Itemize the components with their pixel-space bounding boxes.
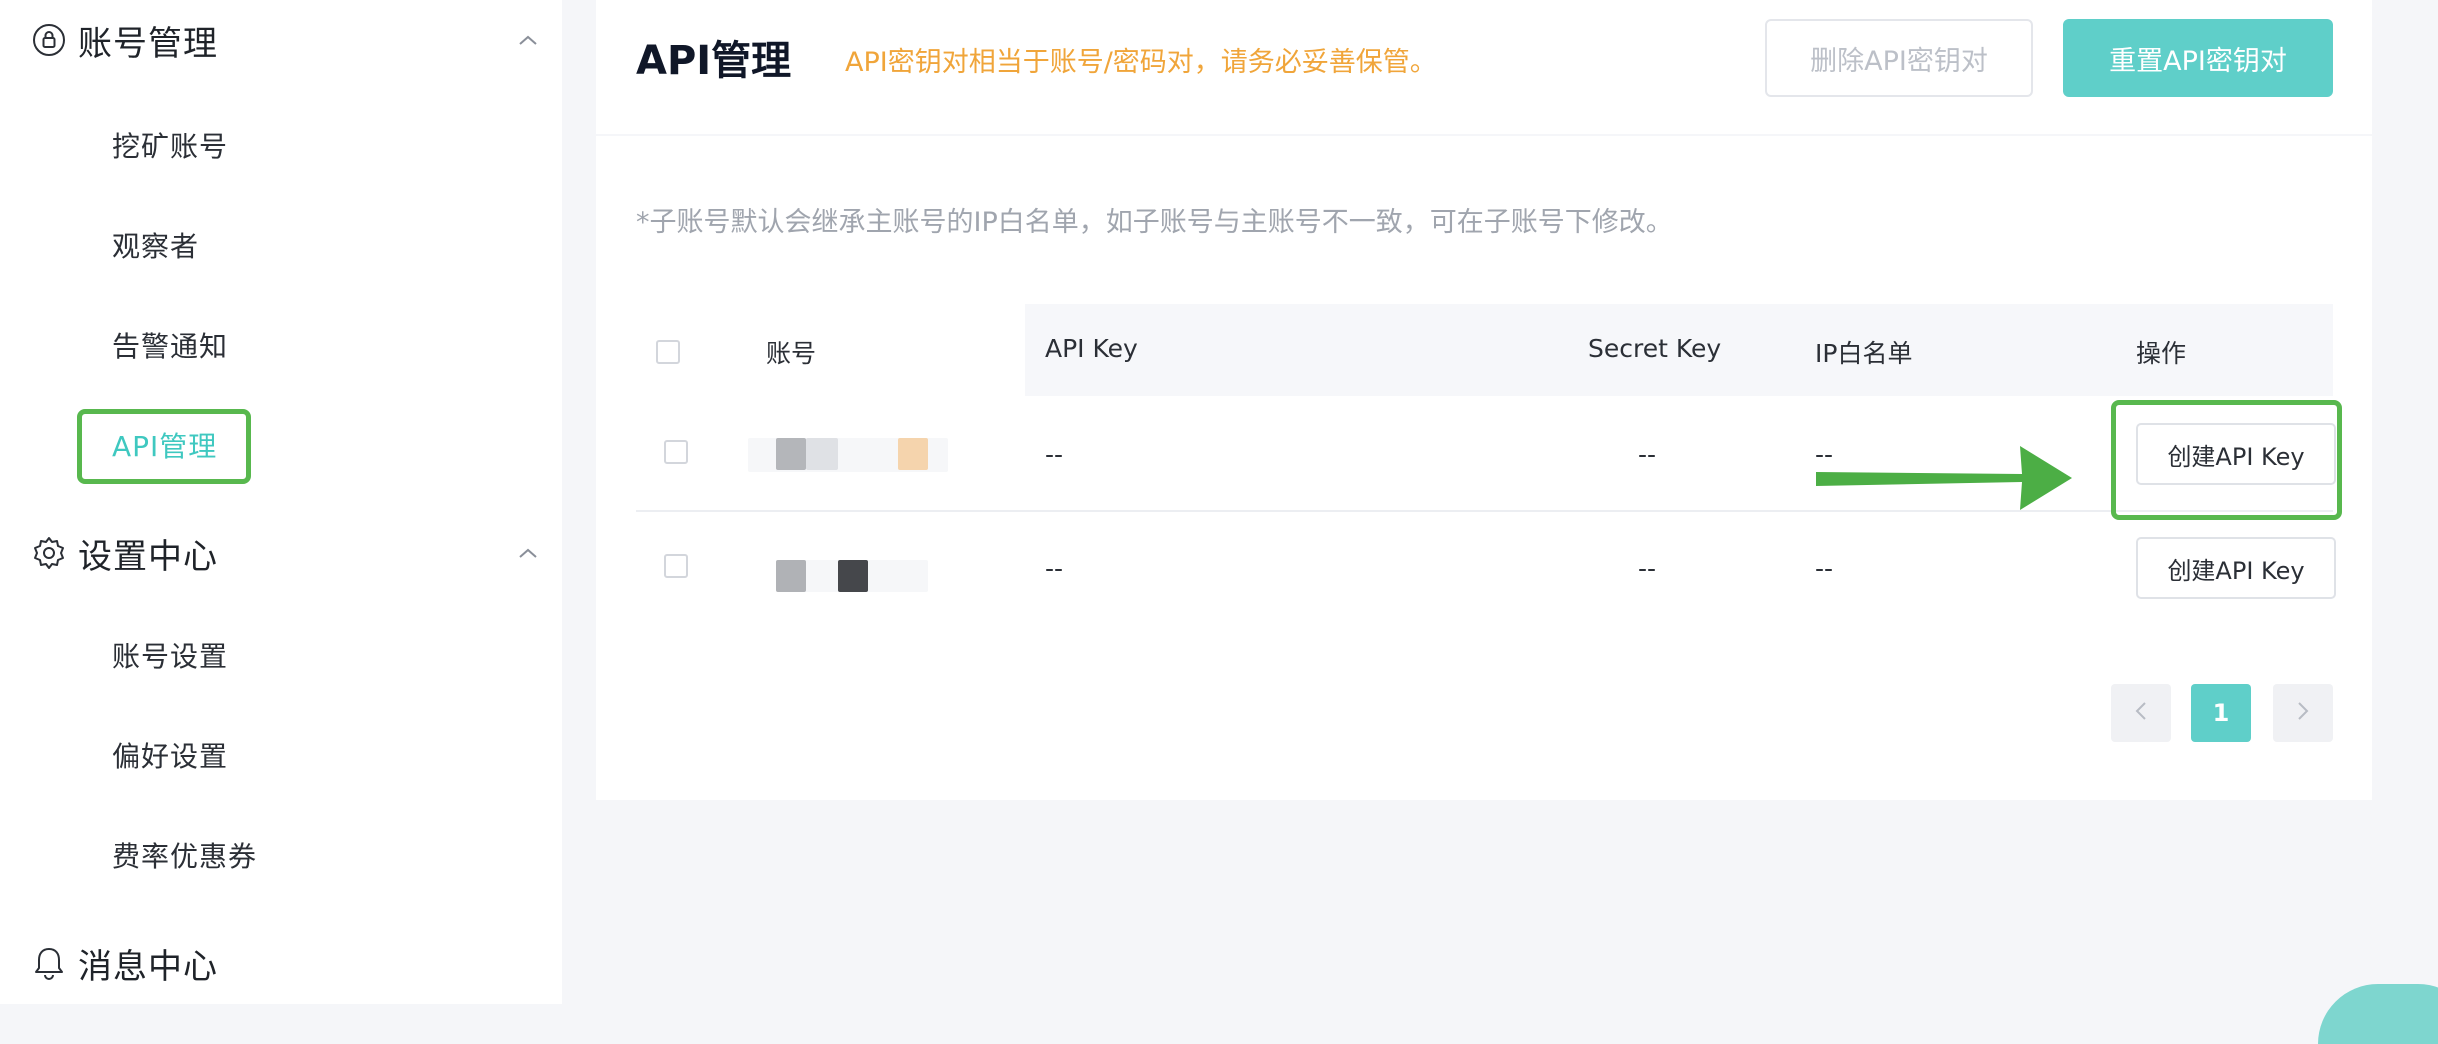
column-header-secret-key: Secret Key [1588,334,1722,363]
annotation-highlight-sidebar [77,409,251,484]
floating-support-button[interactable] [2318,984,2438,1044]
lock-circle-icon [30,21,68,59]
delete-api-keypair-button[interactable]: 删除API密钥对 [1765,19,2033,97]
sidebar-item-observer[interactable]: 观察者 [112,222,199,272]
redacted-block [806,438,838,470]
sidebar-item-mining-account[interactable]: 挖矿账号 [112,122,228,172]
create-api-key-button[interactable]: 创建API Key [2136,537,2336,599]
ip-whitelist-cell: -- [1815,554,1834,583]
bell-icon [30,944,68,982]
row-checkbox[interactable] [664,554,688,578]
security-tip: API密钥对相当于账号/密码对，请务必妥善保管。 [845,47,1437,78]
secret-key-cell: -- [1638,440,1657,469]
gear-icon [30,534,68,572]
redacted-block [776,438,806,470]
pagination-next-button[interactable] [2273,684,2333,742]
page-title: API管理 [636,38,792,84]
row-divider [636,510,2333,512]
annotation-highlight-create-button [2111,400,2342,520]
chevron-left-icon [2134,699,2148,727]
redacted-block [838,560,868,592]
sidebar: 账号管理 挖矿账号 观察者 告警通知 API管理 设置中心 账号设置 偏好设置 … [0,0,562,1004]
pagination-page-1[interactable]: 1 [2191,684,2251,742]
chevron-up-icon[interactable] [516,541,540,565]
sidebar-group-account-management[interactable]: 账号管理 [30,10,537,70]
column-header-account: 账号 [766,339,817,368]
sidebar-group-message-center[interactable]: 消息中心 [30,933,530,993]
sidebar-item-preference-settings[interactable]: 偏好设置 [112,732,228,782]
chevron-up-icon[interactable] [516,28,540,52]
column-header-action: 操作 [2136,339,2187,368]
sidebar-item-account-settings[interactable]: 账号设置 [112,632,228,682]
sidebar-item-alert-notification[interactable]: 告警通知 [112,322,228,372]
row-checkbox[interactable] [664,440,688,464]
api-key-cell: -- [1045,440,1064,469]
column-header-api-key: API Key [1045,334,1138,363]
secret-key-cell: -- [1638,554,1657,583]
chevron-right-icon [2296,699,2310,727]
ip-whitelist-note: *子账号默认会继承主账号的IP白名单，如子账号与主账号不一致，可在子账号下修改。 [636,207,1673,238]
annotation-arrow [1816,446,2072,510]
column-header-ip-whitelist: IP白名单 [1815,339,1913,368]
sidebar-item-fee-coupons[interactable]: 费率优惠券 [112,832,257,882]
sidebar-group-label: 账号管理 [78,23,218,64]
redacted-block [776,560,806,592]
pagination-prev-button[interactable] [2111,684,2171,742]
sidebar-group-settings-center[interactable]: 设置中心 [30,523,537,583]
sidebar-group-label: 消息中心 [78,946,218,987]
api-key-cell: -- [1045,554,1064,583]
select-all-checkbox[interactable] [656,340,680,364]
sidebar-group-label: 设置中心 [78,536,218,577]
redacted-block [898,438,928,470]
reset-api-keypair-button[interactable]: 重置API密钥对 [2063,19,2333,97]
